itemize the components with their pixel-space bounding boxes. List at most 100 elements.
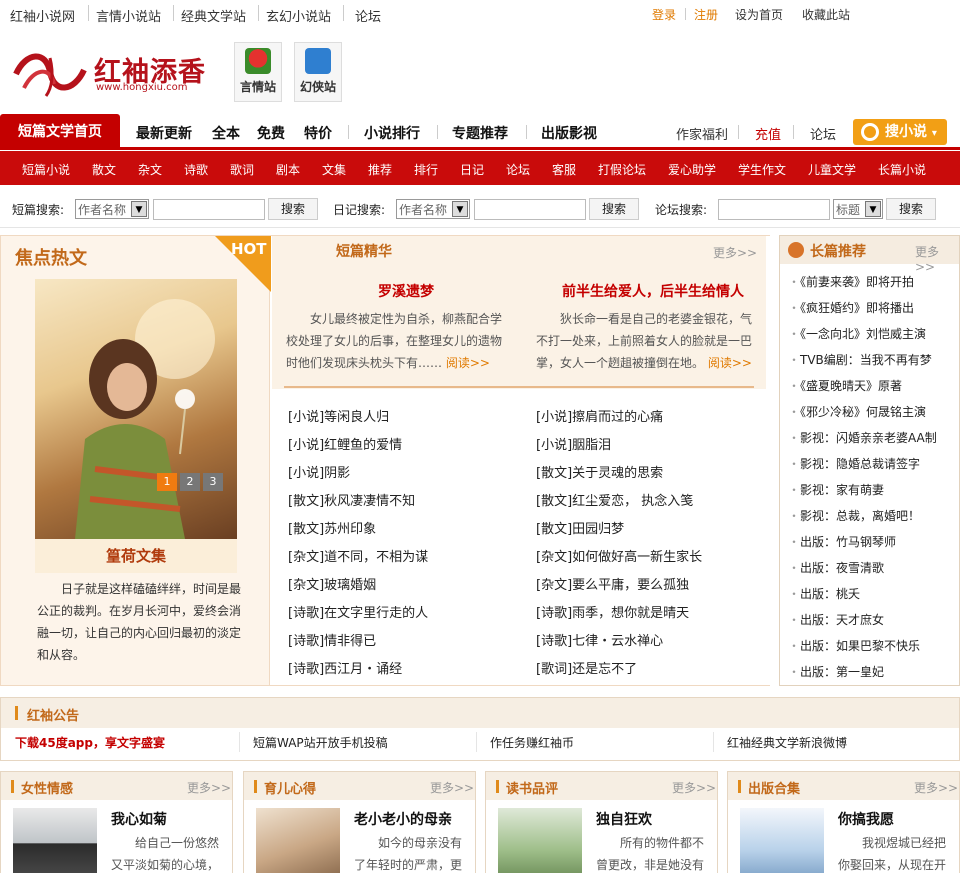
more-link[interactable]: 更多>> bbox=[430, 779, 474, 796]
featured-caption[interactable]: 篁荷文集 bbox=[35, 539, 237, 573]
diary-search-button[interactable]: 搜索 bbox=[589, 198, 639, 220]
article-link[interactable]: [杂文]要么平庸，要么孤独 bbox=[536, 574, 689, 593]
article-link[interactable]: [散文]红尘爱恋， 执念入笺 bbox=[536, 490, 693, 509]
subnav-item[interactable]: 诗歌 bbox=[184, 161, 208, 178]
set-home-link[interactable]: 设为首页 bbox=[735, 6, 783, 23]
article-link[interactable]: [小说]胭脂泪 bbox=[536, 434, 611, 453]
nav-special[interactable]: 特价 bbox=[304, 123, 332, 143]
book-title[interactable]: 你搞我愿 bbox=[838, 809, 894, 829]
favorite-link[interactable]: 收藏此站 bbox=[802, 6, 850, 23]
subnav-item[interactable]: 打假论坛 bbox=[598, 161, 646, 178]
short-search-input[interactable] bbox=[153, 199, 265, 220]
short-search-select[interactable]: 作者名称 ▼ bbox=[75, 199, 149, 219]
recommend-item[interactable]: ・影视：总裁，离婚吧！ bbox=[788, 507, 920, 524]
site-link-hongxiu[interactable]: 红袖小说网 bbox=[10, 6, 75, 25]
subnav-item[interactable]: 儿童文学 bbox=[808, 161, 856, 178]
slide-page-3[interactable]: 3 bbox=[203, 473, 223, 491]
register-link[interactable]: 注册 bbox=[694, 6, 718, 23]
subnav-item[interactable]: 短篇小说 bbox=[22, 161, 70, 178]
article-link[interactable]: [小说]等闲良人归 bbox=[288, 406, 389, 425]
announcement-link[interactable]: 下载45度app，享文字盛宴 bbox=[15, 734, 165, 751]
recommend-item[interactable]: ・出版：夜雪清歌 bbox=[788, 559, 884, 576]
subnav-item[interactable]: 日记 bbox=[460, 161, 484, 178]
article-link[interactable]: [诗歌]雨季，想你就是晴天 bbox=[536, 602, 689, 621]
subnav-item[interactable]: 排行 bbox=[414, 161, 438, 178]
slide-page-2[interactable]: 2 bbox=[180, 473, 200, 491]
nav-publishing[interactable]: 出版影视 bbox=[541, 123, 597, 143]
subnav-item[interactable]: 爱心助学 bbox=[668, 161, 716, 178]
announcement-link[interactable]: 红袖经典文学新浪微博 bbox=[727, 734, 847, 751]
book-title[interactable]: 独自狂欢 bbox=[596, 809, 652, 829]
more-link[interactable]: 更多>> bbox=[672, 779, 716, 796]
article-link[interactable]: [散文]苏州印象 bbox=[288, 518, 376, 537]
nav-ranking[interactable]: 小说排行 bbox=[364, 123, 420, 143]
book-title[interactable]: 老小老小的母亲 bbox=[354, 809, 452, 829]
article-link[interactable]: [杂文]道不同，不相为谋 bbox=[288, 546, 428, 565]
more-link[interactable]: 更多>> bbox=[713, 244, 757, 261]
nav-recharge[interactable]: 充值 bbox=[755, 124, 781, 143]
article-link[interactable]: [诗歌]西江月・诵经 bbox=[288, 658, 402, 677]
nav-forum[interactable]: 论坛 bbox=[810, 124, 836, 143]
more-link[interactable]: 更多>> bbox=[915, 243, 959, 274]
recommend-item[interactable]: ・出版：天才庶女 bbox=[788, 611, 884, 628]
diary-search-select[interactable]: 作者名称 ▼ bbox=[396, 199, 470, 219]
nav-home-tab[interactable]: 短篇文学首页 bbox=[0, 114, 120, 150]
nav-author-benefits[interactable]: 作家福利 bbox=[676, 124, 728, 143]
recommend-item[interactable]: ・影视：隐婚总裁请签字 bbox=[788, 455, 920, 472]
featured-photo[interactable] bbox=[35, 279, 237, 539]
recommend-item[interactable]: ・出版：第一皇妃 bbox=[788, 663, 884, 680]
recommend-item[interactable]: ・《前妻来袭》即将开拍 bbox=[788, 273, 914, 290]
article-link[interactable]: [诗歌]情非得已 bbox=[288, 630, 376, 649]
nav-topics[interactable]: 专题推荐 bbox=[452, 123, 508, 143]
article-link[interactable]: [歌词]还是忘不了 bbox=[536, 658, 637, 677]
recommend-item[interactable]: ・影视：闪婚亲亲老婆AA制 bbox=[788, 429, 937, 446]
subnav-item[interactable]: 客服 bbox=[552, 161, 576, 178]
featured-article-title[interactable]: 罗溪遗梦 bbox=[378, 281, 434, 301]
search-novel-button[interactable]: 搜小说 ▾ bbox=[853, 119, 947, 145]
subsite-fantasy[interactable]: 幻侠站 bbox=[294, 42, 342, 102]
subnav-item[interactable]: 歌词 bbox=[230, 161, 254, 178]
article-link[interactable]: [散文]关于灵魂的思索 bbox=[536, 462, 663, 481]
article-link[interactable]: [小说]阴影 bbox=[288, 462, 350, 481]
recommend-item[interactable]: ・出版：如果巴黎不快乐 bbox=[788, 637, 920, 654]
cover-image[interactable] bbox=[498, 808, 582, 873]
article-link[interactable]: [小说]擦肩而过的心痛 bbox=[536, 406, 663, 425]
featured-article-title[interactable]: 前半生给爱人，后半生给情人 bbox=[562, 281, 744, 301]
subnav-item[interactable]: 文集 bbox=[322, 161, 346, 178]
cover-image[interactable] bbox=[256, 808, 340, 873]
recommend-item[interactable]: ・出版：桃夭 bbox=[788, 585, 860, 602]
subnav-item[interactable]: 论坛 bbox=[506, 161, 530, 178]
article-link[interactable]: [小说]红鲤鱼的爱情 bbox=[288, 434, 402, 453]
short-search-button[interactable]: 搜索 bbox=[268, 198, 318, 220]
subnav-item[interactable]: 学生作文 bbox=[738, 161, 786, 178]
forum-search-select[interactable]: 标题 ▼ bbox=[833, 199, 883, 219]
article-link[interactable]: [散文]秋风凄凄情不知 bbox=[288, 490, 415, 509]
article-link[interactable]: [杂文]如何做好高一新生家长 bbox=[536, 546, 702, 565]
recommend-item[interactable]: ・TVB编剧：当我不再有梦 bbox=[788, 351, 932, 368]
article-link[interactable]: [诗歌]七律・云水禅心 bbox=[536, 630, 663, 649]
login-link[interactable]: 登录 bbox=[652, 6, 676, 23]
announcement-link[interactable]: 短篇WAP站开放手机投稿 bbox=[253, 734, 388, 751]
subnav-item[interactable]: 散文 bbox=[92, 161, 116, 178]
site-link-fantasy[interactable]: 玄幻小说站 bbox=[266, 6, 331, 25]
site-link-romance[interactable]: 言情小说站 bbox=[96, 6, 161, 25]
recommend-item[interactable]: ・《一念向北》刘恺威主演 bbox=[788, 325, 926, 342]
more-link[interactable]: 更多>> bbox=[914, 779, 958, 796]
nav-complete[interactable]: 全本 bbox=[212, 123, 240, 143]
read-more-link[interactable]: 阅读>> bbox=[708, 356, 752, 370]
site-logo[interactable]: 红袖添香 www.hongxiu.com bbox=[10, 44, 220, 100]
recommend-item[interactable]: ・影视：家有萌妻 bbox=[788, 481, 884, 498]
site-link-forum[interactable]: 论坛 bbox=[355, 6, 381, 25]
nav-latest[interactable]: 最新更新 bbox=[136, 123, 192, 143]
subnav-item[interactable]: 剧本 bbox=[276, 161, 300, 178]
subnav-item[interactable]: 推荐 bbox=[368, 161, 392, 178]
article-link[interactable]: [杂文]玻璃婚姻 bbox=[288, 574, 376, 593]
announcement-link[interactable]: 作任务赚红袖币 bbox=[490, 734, 574, 751]
recommend-item[interactable]: ・《疯狂婚约》即将播出 bbox=[788, 299, 914, 316]
nav-free[interactable]: 免费 bbox=[257, 123, 285, 143]
slide-page-1[interactable]: 1 bbox=[157, 473, 177, 491]
cover-image[interactable] bbox=[740, 808, 824, 873]
read-more-link[interactable]: 阅读>> bbox=[446, 356, 490, 370]
subnav-item[interactable]: 长篇小说 bbox=[878, 161, 926, 178]
subnav-item[interactable]: 杂文 bbox=[138, 161, 162, 178]
